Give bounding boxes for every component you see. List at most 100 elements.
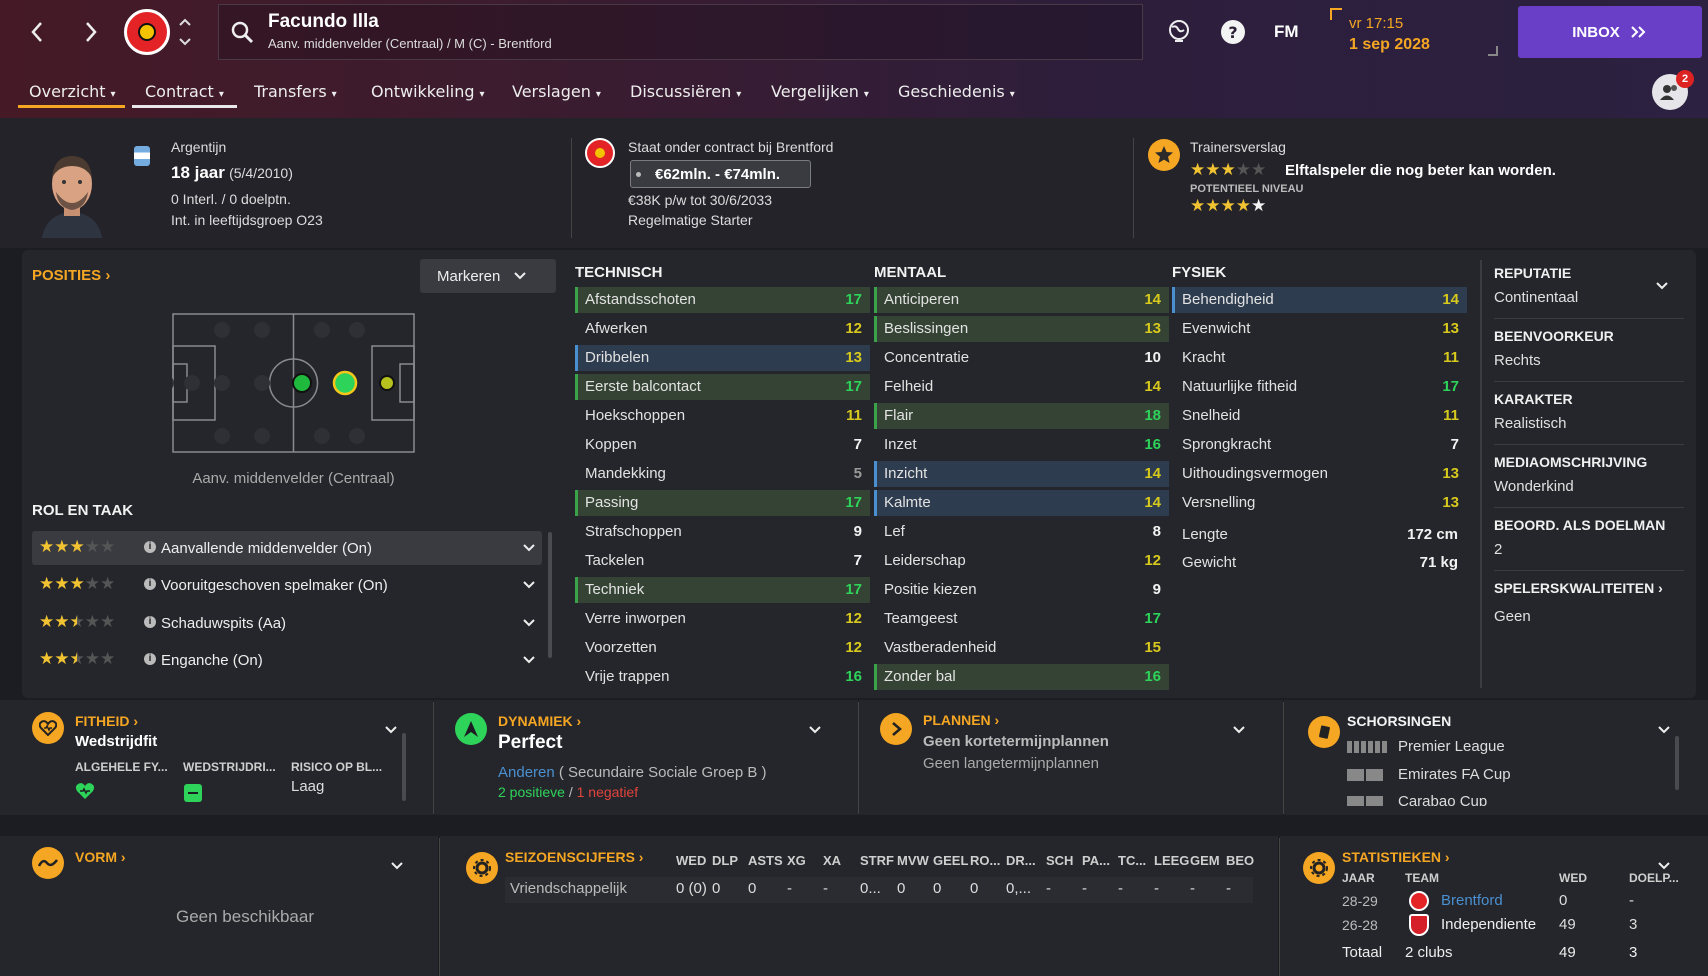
attribute-row[interactable]: Leiderschap 12 (874, 548, 1169, 574)
dynamics-title[interactable]: DYNAMIEK › (498, 713, 581, 729)
attribute-row[interactable]: Strafschoppen 9 (575, 519, 870, 545)
attribute-row[interactable]: Felheid 14 (874, 374, 1169, 400)
fm-logo-button[interactable]: FM (1274, 22, 1299, 42)
inbox-button[interactable]: INBOX (1518, 6, 1702, 58)
season-col-header[interactable]: GEM (1190, 853, 1220, 868)
attribute-row[interactable]: Sprongkracht 7 (1172, 432, 1467, 458)
chevron-down-icon[interactable] (523, 581, 535, 589)
attribute-row[interactable]: Uithoudingsvermogen 13 (1172, 461, 1467, 487)
season-col-header[interactable]: XG (787, 853, 806, 868)
attribute-row[interactable]: Passing 17 (575, 490, 870, 516)
attribute-row[interactable]: Evenwicht 13 (1172, 316, 1467, 342)
chevron-down-icon[interactable] (1233, 726, 1245, 734)
attribute-row[interactable]: Hoekschoppen 11 (575, 403, 870, 429)
chevron-down-icon[interactable] (523, 656, 535, 664)
season-col-header[interactable]: DLP (712, 853, 738, 868)
chevron-down-icon[interactable] (385, 726, 397, 734)
help-icon[interactable]: ? (1221, 20, 1245, 44)
season-col-header[interactable]: TC... (1118, 853, 1146, 868)
nationality[interactable]: Argentijn (171, 139, 226, 155)
role-item[interactable]: ★★★★★ i Vooruitgeschoven spelmaker (On) (32, 568, 542, 602)
attribute-row[interactable]: Eerste balcontact 17 (575, 374, 870, 400)
attribute-row[interactable]: Behendigheid 14 (1172, 287, 1467, 313)
attribute-row[interactable]: Dribbelen 13 (575, 345, 870, 371)
side-label-traits[interactable]: SPELERSKWALITEITEN › (1494, 580, 1663, 596)
roles-scrollbar[interactable] (548, 532, 552, 658)
chevron-down-icon[interactable] (391, 862, 403, 870)
attribute-row[interactable]: Inzet 16 (874, 432, 1169, 458)
attribute-row[interactable]: Teamgeest 17 (874, 606, 1169, 632)
attribute-row[interactable]: Flair 18 (874, 403, 1169, 429)
info-icon[interactable]: i (144, 653, 156, 665)
attribute-row[interactable]: Verre inworpen 12 (575, 606, 870, 632)
positions-title[interactable]: POSITIES › (32, 267, 110, 284)
season-col-header[interactable]: DR... (1006, 853, 1036, 868)
season-col-header[interactable]: LEEG (1154, 853, 1189, 868)
attribute-row[interactable]: Vastberadenheid 15 (874, 635, 1169, 661)
season-col-header[interactable]: SCH (1046, 853, 1073, 868)
mark-dropdown[interactable]: Markeren (420, 259, 556, 293)
season-col-header[interactable]: WED (676, 853, 706, 868)
suspension-competition[interactable]: Carabao Cup (1398, 793, 1487, 806)
negative-relations[interactable]: 1 negatief (577, 784, 639, 800)
stats-team[interactable]: Independiente (1441, 916, 1536, 933)
player-cycle-down-icon[interactable] (178, 34, 192, 51)
info-icon[interactable]: i (144, 578, 156, 590)
tab-verslagen[interactable]: Verslagen ▾ (512, 82, 601, 101)
attribute-row[interactable]: Anticiperen 14 (874, 287, 1169, 313)
season-col-header[interactable]: BEO (1226, 853, 1254, 868)
attribute-row[interactable]: Positie kiezen 9 (874, 577, 1169, 603)
world-icon[interactable] (1166, 18, 1192, 48)
club-crest[interactable] (124, 9, 170, 55)
fitness-title[interactable]: FITHEID › (75, 713, 138, 729)
role-item[interactable]: ★★★★★ i Enganche (On) (32, 643, 542, 677)
attribute-row[interactable]: Natuurlijke fitheid 17 (1172, 374, 1467, 400)
tab-discussieren[interactable]: Discussiëren ▾ (630, 82, 741, 101)
current-date[interactable]: 1 sep 2028 (1349, 36, 1430, 54)
info-icon[interactable]: i (144, 616, 156, 628)
chevron-down-icon[interactable] (1658, 862, 1670, 870)
season-row-label[interactable]: Vriendschappelijk (510, 880, 627, 897)
report-title[interactable]: Trainersverslag (1190, 139, 1286, 155)
plans-title[interactable]: PLANNEN › (923, 712, 999, 728)
season-col-header[interactable]: XA (823, 853, 841, 868)
back-button[interactable] (24, 12, 50, 52)
role-item[interactable]: ★★★★★ i Schaduwspits (Aa) (32, 606, 542, 640)
attribute-row[interactable]: Lef 8 (874, 519, 1169, 545)
attribute-row[interactable]: Concentratie 10 (874, 345, 1169, 371)
search-icon[interactable] (230, 20, 254, 48)
fitness-scrollbar[interactable] (402, 733, 406, 801)
attribute-row[interactable]: Koppen 7 (575, 432, 870, 458)
tab-geschiedenis[interactable]: Geschiedenis ▾ (898, 82, 1015, 101)
attribute-row[interactable]: Kalmte 14 (874, 490, 1169, 516)
tab-ontwikkeling[interactable]: Ontwikkeling ▾ (371, 82, 485, 101)
attribute-row[interactable]: Tackelen 7 (575, 548, 870, 574)
season-col-header[interactable]: MVW (897, 853, 929, 868)
season-stats-title[interactable]: SEIZOENSCIJFERS › (505, 849, 643, 865)
stats-team[interactable]: Brentford (1441, 892, 1503, 909)
season-col-header[interactable]: ASTS (748, 853, 783, 868)
season-col-header[interactable]: GEEL (933, 853, 968, 868)
role-item[interactable]: ★★★★★ i Aanvallende middenvelder (On) (32, 531, 542, 565)
contract-title[interactable]: Staat onder contract bij Brentford (628, 139, 833, 155)
attribute-row[interactable]: Techniek 17 (575, 577, 870, 603)
attribute-row[interactable]: Zonder bal 16 (874, 664, 1169, 690)
attribute-row[interactable]: Beslissingen 13 (874, 316, 1169, 342)
attribute-row[interactable]: Mandekking 5 (575, 461, 870, 487)
info-icon[interactable]: i (144, 541, 156, 553)
suspensions-scrollbar[interactable] (1675, 736, 1679, 790)
chevron-down-icon[interactable] (523, 544, 535, 552)
season-col-header[interactable]: STRF (860, 853, 894, 868)
attribute-row[interactable]: Afstandsschoten 17 (575, 287, 870, 313)
attribute-row[interactable]: Snelheid 11 (1172, 403, 1467, 429)
player-cycle-up-icon[interactable] (178, 14, 192, 31)
chevron-down-icon[interactable] (523, 619, 535, 627)
tab-contract[interactable]: Contract ▾ (145, 82, 224, 101)
attribute-row[interactable]: Inzicht 14 (874, 461, 1169, 487)
tab-overzicht[interactable]: Overzicht ▾ (29, 82, 116, 101)
chevron-down-icon[interactable] (1656, 282, 1668, 290)
attribute-row[interactable]: Versnelling 13 (1172, 490, 1467, 516)
statistics-title[interactable]: STATISTIEKEN › (1342, 849, 1450, 865)
suspension-competition[interactable]: Premier League (1398, 738, 1505, 755)
social-group-link[interactable]: Anderen (498, 764, 555, 781)
